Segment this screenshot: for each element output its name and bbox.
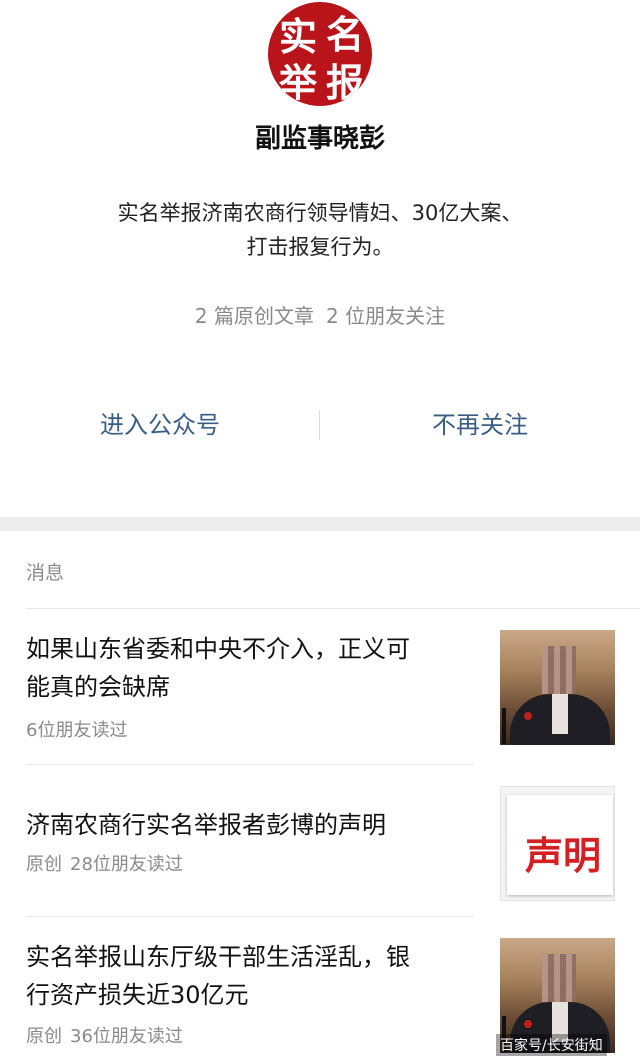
section-separator [0,517,640,531]
badge-dot [524,1020,532,1028]
account-name: 副监事晓彭 [254,124,385,154]
account-avatar[interactable]: 实 名 举 报 [268,2,372,106]
original-tag: 原创 [26,854,62,875]
article-title: 济南农商行实名举报者彭博的声明 [26,806,476,844]
title-line: 如果山东省委和中央不介入，正义可 [26,635,410,663]
title-line: 济南农商行实名举报者彭博的声明 [26,811,386,839]
divider [26,916,474,917]
article-meta: 原创 28位朋友读过 [26,850,183,876]
unfollow-button[interactable]: 不再关注 [320,400,640,450]
friends-read-count: 6位朋友读过 [26,720,128,741]
statement-thumb-text: 声明 [525,833,602,878]
article-item[interactable]: 济南农商行实名举报者彭博的声明 原创 28位朋友读过 声明 [0,784,640,904]
article-meta: 6位朋友读过 [26,716,127,742]
account-actions: 进入公众号 不再关注 [0,400,640,450]
article-title: 实名举报山东厅级干部生活淫乱，银 行资产损失近30亿元 [26,938,476,1014]
friends-read-count: 28位朋友读过 [70,854,183,875]
original-articles-count: 2 篇原创文章 [194,304,314,328]
friends-read-count: 36位朋友读过 [70,1026,183,1047]
avatar-char: 实 [278,14,317,59]
pixelated-face [542,954,576,1002]
enter-account-button[interactable]: 进入公众号 [0,400,320,450]
description-line: 实名举报济南农商行领导情妇、30亿大案、 [117,201,523,225]
pixelated-face [542,646,576,694]
divider [26,608,640,609]
article-thumbnail[interactable] [500,630,615,745]
shirt-shape [552,694,568,734]
title-line: 能真的会缺席 [26,673,170,701]
article-title: 如果山东省委和中央不介入，正义可 能真的会缺席 [26,630,476,706]
account-stats: 2 篇原创文章 2 位朋友关注 [0,300,640,329]
original-tag: 原创 [26,1026,62,1047]
article-thumbnail[interactable]: 声明 [500,786,615,901]
article-meta: 原创 36位朋友读过 [26,1022,183,1048]
avatar-char: 报 [325,60,364,105]
divider [26,764,474,765]
avatar-char: 名 [325,12,364,57]
messages-header: 消息 [26,562,65,584]
description-line: 打击报复行为。 [246,235,394,259]
statement-sheet: 声明 [507,795,613,895]
microphone-shape [502,708,506,744]
title-line: 实名举报山东厅级干部生活淫乱，银 [26,943,410,971]
account-profile-card: 实 名 举 报 副监事晓彭 实名举报济南农商行领导情妇、30亿大案、 打击报复行… [0,0,640,517]
friends-following-count: 2 位朋友关注 [326,304,446,328]
watermark: 百家号/长安街知 [496,1034,607,1056]
account-description: 实名举报济南农商行领导情妇、30亿大案、 打击报复行为。 [60,196,580,264]
article-item[interactable]: 如果山东省委和中央不介入，正义可 能真的会缺席 6位朋友读过 [0,628,640,748]
avatar-char: 举 [278,60,317,105]
badge-dot [524,712,532,720]
title-line: 行资产损失近30亿元 [26,981,249,1009]
